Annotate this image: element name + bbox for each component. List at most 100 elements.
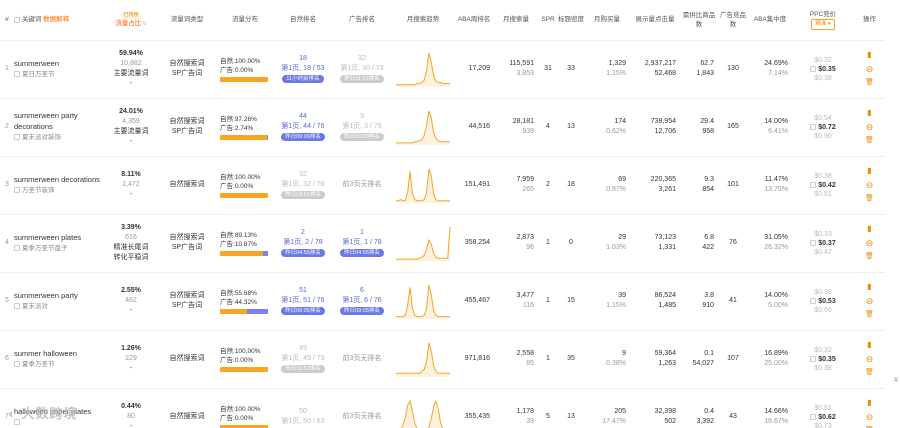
traffic-type-cell: 自然搜索词 SP广告词	[158, 40, 216, 98]
monthly-search-cell: 2,873 96	[494, 214, 538, 272]
bar-chart-icon[interactable]: ▮	[854, 396, 885, 410]
trash-icon[interactable]: 🗑	[854, 192, 885, 206]
monthly-trend-cell[interactable]	[392, 40, 454, 98]
row-checkbox[interactable]	[14, 360, 20, 367]
ad-rank-num: 32	[358, 55, 366, 62]
ad-rank-cell[interactable]: 前3页无排名	[332, 156, 392, 214]
data-explain-link[interactable]: 数据解释	[43, 16, 69, 23]
organic-rank-cell[interactable]: 2 第1页, 2 / 78 昨日04:55排名	[274, 214, 332, 272]
ppc-cell: $0.32 $0.35 $0.38	[792, 40, 854, 98]
organic-rank-cell[interactable]: 18 第1页, 18 / 53 11小时前排名	[274, 40, 332, 98]
keyword-en-link[interactable]: summerween party decorations	[14, 111, 78, 131]
minus-circle-icon[interactable]: ⊖	[854, 178, 885, 192]
ad-rank-cell[interactable]: 前3页无排名	[332, 330, 392, 388]
header-aba-rank[interactable]: ABA周排名	[454, 0, 494, 41]
ad-rank-none: 前3页无排名	[342, 413, 382, 420]
bar-chart-icon[interactable]: ▮	[854, 48, 885, 62]
bar-chart-icon[interactable]: ▮	[854, 280, 885, 294]
minus-circle-icon[interactable]: ⊖	[854, 62, 885, 76]
keyword-en-link[interactable]: summerween party	[14, 291, 78, 300]
keyword-en-link[interactable]: summerween plates	[14, 233, 81, 242]
ad-rank-detail: 第1页, 3 / 79	[342, 123, 382, 130]
traffic-type-1: 自然搜索词	[169, 60, 205, 67]
aba-conc-1: 16.89%	[764, 350, 788, 357]
organic-rank-detail: 第1页, 49 / 73	[281, 355, 325, 362]
header-ad-rank[interactable]: 广告排名	[332, 0, 392, 41]
monthly-trend-cell[interactable]	[392, 330, 454, 388]
trash-icon[interactable]: 🗑	[854, 134, 885, 148]
ad-rank-cell[interactable]: 3 第1页, 3 / 79 昨日09:09排名	[332, 98, 392, 156]
organic-rank-num: 51	[299, 287, 307, 294]
traffic-type-1: 自然搜索词	[169, 118, 205, 125]
keyword-en-link[interactable]: summer halloween	[14, 349, 77, 358]
minus-circle-icon[interactable]: ⊖	[854, 352, 885, 366]
ppc-match-select[interactable]: 精准 ▾	[811, 18, 835, 30]
select-all-checkbox[interactable]	[14, 16, 20, 23]
trash-icon[interactable]: 🗑	[854, 250, 885, 264]
header-organic-rank[interactable]: 自然排名	[274, 0, 332, 41]
organic-rank-cell[interactable]: 44 第1页, 44 / 76 昨日09:09排名	[274, 98, 332, 156]
header-index: #	[0, 0, 14, 41]
impressions-cell: 32,398 502	[630, 388, 680, 428]
row-checkbox[interactable]	[14, 70, 20, 77]
header-traffic-share[interactable]: 已排序 流量占比 ⇅	[104, 0, 158, 41]
ad-competitors-cell: 76	[729, 239, 737, 246]
bar-chart-icon[interactable]: ▮	[854, 338, 885, 352]
ppc-checkbox[interactable]	[810, 123, 817, 130]
minus-circle-icon[interactable]: ⊖	[854, 120, 885, 134]
organic-rank-time-badge: 昨日09:09排名	[281, 133, 325, 141]
ppc-checkbox[interactable]	[810, 413, 817, 420]
ad-rank-cell[interactable]: 32 第1页, 30 / 73 昨日11:52排名	[332, 40, 392, 98]
bar-chart-icon[interactable]: ▮	[854, 106, 885, 120]
bar-chart-icon[interactable]: ▮	[854, 164, 885, 178]
minus-circle-icon[interactable]: ⊖	[854, 236, 885, 250]
minus-circle-icon[interactable]: ⊖	[854, 294, 885, 308]
trash-icon[interactable]: 🗑	[854, 76, 885, 90]
ad-rank-cell[interactable]: 6 第1页, 6 / 76 昨日09:05排名	[332, 272, 392, 330]
row-checkbox[interactable]	[14, 244, 20, 251]
scroll-top-button[interactable]: #	[892, 376, 900, 386]
demand-supply-ratio: 29.4	[700, 118, 714, 125]
organic-rank-cell[interactable]: 49 第1页, 49 / 73 昨日11:52排名	[274, 330, 332, 388]
keyword-en-link[interactable]: summerween decorations	[14, 175, 100, 184]
trash-icon[interactable]: 🗑	[854, 424, 885, 428]
organic-rank-cell[interactable]: 51 第1页, 51 / 76 昨日09:05排名	[274, 272, 332, 330]
header-monthly-buy[interactable]: 月购买量	[584, 0, 630, 41]
monthly-trend-cell[interactable]	[392, 98, 454, 156]
share-dash: -	[129, 365, 133, 372]
monthly-trend-cell[interactable]	[392, 388, 454, 428]
header-ad-competitors[interactable]: 广告竞品数	[718, 0, 748, 41]
bar-chart-icon[interactable]: ▮	[854, 222, 885, 236]
traffic-dist-cell: 自然:89.13% 广告:10.87%	[216, 214, 274, 272]
row-checkbox[interactable]	[14, 302, 20, 309]
share-dash: -	[129, 307, 133, 314]
row-checkbox[interactable]	[14, 186, 20, 193]
ppc-checkbox[interactable]	[810, 355, 817, 362]
row-checkbox[interactable]	[14, 134, 20, 141]
organic-rank-cell[interactable]: 50 第1页, 50 / 63	[274, 388, 332, 428]
ppc-checkbox[interactable]	[810, 181, 817, 188]
ppc-checkbox[interactable]	[810, 65, 817, 72]
header-monthly-search[interactable]: 月搜索量	[494, 0, 538, 41]
organic-rank-cell[interactable]: 32 第1页, 32 / 76 昨日19:51排名	[274, 156, 332, 214]
monthly-search-cell: 28,181 939	[494, 98, 538, 156]
keyword-cell: summerween 夏日万圣节	[14, 40, 104, 98]
keyword-en-link[interactable]: summerween	[14, 59, 59, 68]
header-demand-supply[interactable]: 需供比商品数	[680, 0, 718, 41]
header-spr[interactable]: SPR	[538, 0, 558, 41]
ppc-checkbox[interactable]	[810, 297, 817, 304]
monthly-trend-cell[interactable]	[392, 214, 454, 272]
ppc-checkbox[interactable]	[810, 239, 817, 246]
ad-rank-cell[interactable]: 1 第1页, 1 / 78 昨日04:55排名	[332, 214, 392, 272]
header-impressions[interactable]: 展示量点击量	[630, 0, 680, 41]
trash-icon[interactable]: 🗑	[854, 366, 885, 380]
header-aba-concentration[interactable]: ABA集中度	[748, 0, 792, 41]
minus-circle-icon[interactable]: ⊖	[854, 410, 885, 424]
trash-icon[interactable]: 🗑	[854, 308, 885, 322]
ad-label: 广告:	[220, 182, 235, 190]
header-title-density[interactable]: 标题密度	[558, 0, 584, 41]
monthly-trend-cell[interactable]	[392, 272, 454, 330]
keyword-line: summerween party decorations	[14, 111, 104, 133]
monthly-trend-cell[interactable]	[392, 156, 454, 214]
ad-rank-cell[interactable]: 前3页无排名	[332, 388, 392, 428]
